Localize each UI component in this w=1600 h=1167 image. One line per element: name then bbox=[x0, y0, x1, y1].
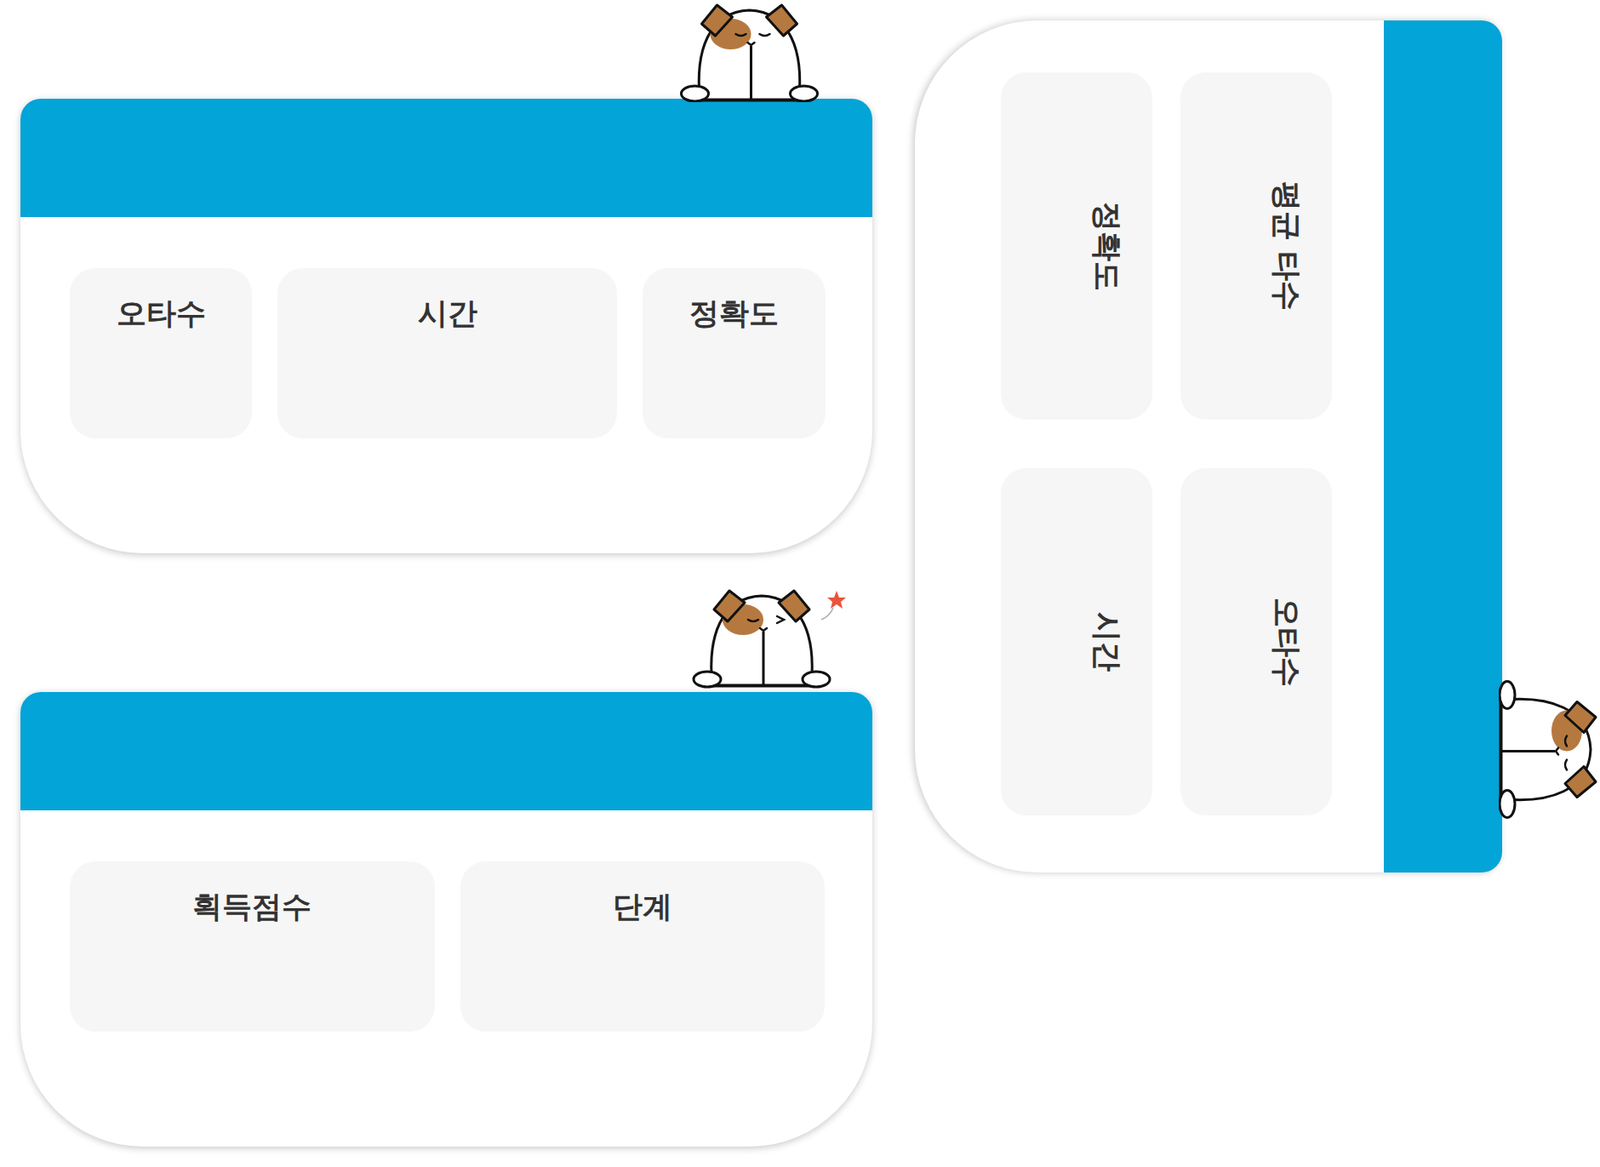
puppy-icon bbox=[662, 0, 837, 103]
page: 오타수시간정확도획득점수단계평균 타수오타수정확도시간 bbox=[0, 0, 1600, 1167]
stats-card: 평균 타수오타수 정확도시간 bbox=[914, 20, 1503, 873]
stat-box: 오타수 bbox=[69, 268, 252, 439]
stats-grid: 평균 타수오타수 정확도시간 bbox=[1000, 20, 1384, 873]
stat-label: 평균 타수 bbox=[1269, 181, 1304, 311]
right-column: 평균 타수오타수 정확도시간 bbox=[914, 0, 1503, 1167]
stat-label: 시간 bbox=[417, 296, 478, 331]
stat-label: 단계 bbox=[612, 889, 673, 924]
stats-card: 획득점수 단계 bbox=[20, 691, 873, 1147]
stats-grid: 오타수 시간 정확도 bbox=[20, 217, 873, 439]
stat-box: 평균 타수 bbox=[1180, 72, 1332, 420]
stats-grid: 획득점수 단계 bbox=[20, 810, 873, 1032]
puppy-icon bbox=[676, 574, 847, 699]
puppy-icon bbox=[1498, 662, 1600, 837]
stat-box: 시간 bbox=[1000, 468, 1153, 816]
stat-label: 오타수 bbox=[1269, 597, 1304, 687]
stat-box: 정확도 bbox=[642, 268, 826, 439]
stat-box: 시간 bbox=[277, 268, 618, 439]
card-header bbox=[20, 98, 873, 218]
stat-box: 단계 bbox=[460, 861, 826, 1032]
left-column: 오타수 시간 정확도획득점수 단계 bbox=[20, 0, 873, 1167]
stat-box: 획득점수 bbox=[69, 861, 435, 1032]
stat-label: 정확도 bbox=[689, 296, 779, 331]
stat-label: 획득점수 bbox=[192, 889, 312, 924]
stat-box: 정확도 bbox=[1000, 72, 1153, 420]
stats-card: 오타수 시간 정확도 bbox=[20, 98, 873, 554]
stat-label: 정확도 bbox=[1090, 201, 1125, 292]
card-header bbox=[20, 691, 873, 811]
stat-label: 시간 bbox=[1090, 611, 1125, 672]
card-header bbox=[1383, 20, 1503, 873]
stat-box: 오타수 bbox=[1180, 468, 1332, 816]
rotated-slot: 평균 타수오타수 정확도시간 bbox=[914, 20, 1503, 873]
stat-label: 오타수 bbox=[116, 296, 206, 331]
